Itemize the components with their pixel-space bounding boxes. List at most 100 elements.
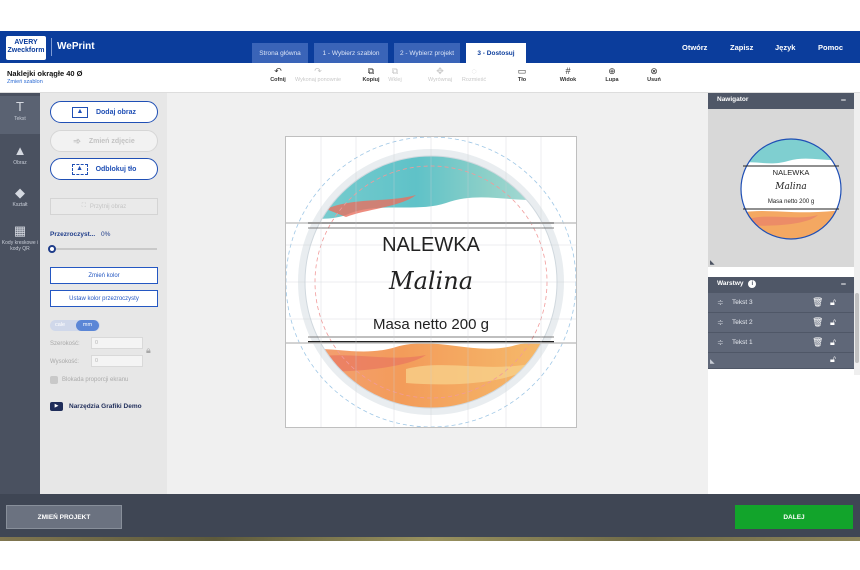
label-line1[interactable]: NALEWKA	[382, 234, 480, 256]
weprint-logo[interactable]: WePrint	[57, 41, 95, 52]
redo-icon: ↷	[314, 66, 322, 76]
menu-open[interactable]: Otwórz	[682, 43, 707, 52]
shape-icon: ◆	[15, 185, 25, 200]
background-remove-icon: ▲	[71, 163, 88, 175]
scrollbar-thumb[interactable]	[855, 293, 859, 363]
rail-item-text[interactable]: T Tekst	[0, 96, 40, 134]
logo-separator	[51, 38, 52, 56]
tab-choose-project[interactable]: 2 - Wybierz projekt	[394, 43, 460, 63]
transparency-slider-track[interactable]	[52, 248, 157, 250]
layer-item[interactable]: ≑ Tekst 2 🗑︎ 🔓︎	[708, 313, 854, 333]
unlock-icon[interactable]: 🔓︎	[830, 297, 836, 308]
navigator-line2: Malina	[774, 182, 807, 192]
paste-label: Wklej	[388, 77, 402, 83]
rail-item-barcode[interactable]: ▦ Kody kreskowe i kody QR	[0, 220, 40, 260]
footer-bar	[0, 494, 860, 537]
menu-save[interactable]: Zapisz	[730, 43, 753, 52]
logo-line1: AVERY	[14, 39, 38, 46]
height-field[interactable]: 0	[91, 355, 143, 367]
zoom-icon: ⊕	[608, 66, 616, 76]
right-panel-scrollbar[interactable]	[854, 93, 860, 375]
demo-link[interactable]: Narzędzia Grafiki Demo	[69, 403, 142, 410]
navigator-line1: NALEWKA	[773, 168, 810, 177]
logo-line2: Zweckform	[7, 47, 45, 54]
lock-ratio-checkbox[interactable]	[50, 376, 58, 384]
set-transparent-color-button[interactable]: Ustaw kolor przezroczysty	[50, 290, 158, 307]
drag-handle-icon[interactable]: ≑	[717, 318, 724, 327]
layers-title: Warstwy	[717, 280, 744, 287]
layer-name: Tekst 1	[732, 339, 753, 346]
info-icon[interactable]: i	[748, 280, 757, 288]
change-project-button[interactable]: ZMIEŃ PROJEKT	[6, 505, 122, 529]
navigator-preview[interactable]: NALEWKA Malina Masa netto 200 g ◣	[708, 109, 854, 267]
layer-item[interactable]: ◣ 🔓︎	[708, 353, 854, 369]
lock-ratio-icon[interactable]: 🔒︎	[146, 345, 151, 356]
layers-header[interactable]: Warstwy i −	[708, 277, 854, 293]
avery-logo[interactable]: AVERY Zweckform	[6, 36, 46, 60]
remove-background-button[interactable]: ▲ Odblokuj tło	[50, 158, 158, 180]
tab-home[interactable]: Strona główna	[252, 43, 308, 63]
navigator-header[interactable]: Nawigator −	[708, 93, 854, 109]
paste-button[interactable]: ⧉ Wklej	[373, 66, 417, 83]
width-field[interactable]: 0	[91, 337, 143, 349]
unit-inch-option[interactable]: cale	[55, 322, 65, 328]
trash-icon[interactable]: 🗑︎	[812, 297, 823, 308]
rail-text-label: Tekst	[14, 116, 26, 122]
transparency-value: 0%	[101, 231, 111, 238]
remove-background-label: Odblokuj tło	[95, 165, 137, 173]
zoom-button[interactable]: ⊕ Lupa	[590, 66, 634, 83]
tab-customize[interactable]: 3 - Dostosuj	[466, 43, 526, 63]
drag-handle-icon[interactable]: ≑	[717, 298, 724, 307]
unlock-icon[interactable]: 🔓︎	[830, 337, 836, 348]
navigator-panel: NALEWKA Malina Masa netto 200 g ◣	[708, 109, 854, 267]
unlock-icon[interactable]: 🔓︎	[830, 317, 836, 328]
add-image-label: Dodaj obraz	[95, 108, 137, 116]
footer-image-strip	[0, 537, 860, 541]
change-color-button[interactable]: Zmień kolor	[50, 267, 158, 284]
trash-icon[interactable]: 🗑︎	[812, 337, 823, 348]
zoom-label: Lupa	[605, 77, 619, 83]
crop-image-button[interactable]: ⛶ Przytnij obraz	[50, 198, 158, 215]
view-label: Widok	[559, 77, 577, 83]
navigator-collapse-icon[interactable]: −	[841, 95, 846, 105]
layers-collapse-icon[interactable]: −	[841, 279, 846, 289]
layer-item[interactable]: ≑ Tekst 3 🗑︎ 🔓︎	[708, 293, 854, 313]
navigator-resize-icon[interactable]: ◣	[710, 260, 715, 266]
menu-language[interactable]: Język	[775, 43, 795, 52]
crop-image-label: Przytnij obraz	[89, 203, 127, 210]
label-line2[interactable]: Malina	[388, 267, 473, 295]
swap-arrow-icon: ➾	[73, 135, 81, 146]
change-image-button[interactable]: ➾ Zmień zdjęcie	[50, 130, 158, 152]
layers-resize-icon[interactable]: ◣	[710, 358, 715, 365]
unit-mm-option[interactable]: mm	[76, 320, 99, 331]
unlock-icon[interactable]: 🔓︎	[830, 354, 836, 365]
rail-item-shape[interactable]: ◆ Kształt	[0, 182, 40, 216]
change-template-link[interactable]: Zmień szablon	[7, 79, 43, 85]
delete-button[interactable]: ⊗ Usuń	[632, 66, 676, 83]
distribute-button[interactable]: ◌ Rozmieść	[452, 66, 496, 83]
background-icon: ▭	[517, 66, 527, 76]
trash-icon[interactable]: 🗑︎	[812, 317, 823, 328]
tab-choose-template[interactable]: 1 - Wybierz szablon	[314, 43, 388, 63]
label-design[interactable]: NALEWKA Malina Masa netto 200 g	[279, 136, 583, 428]
next-button[interactable]: DALEJ	[735, 505, 853, 529]
transparency-slider-thumb[interactable]	[48, 245, 56, 253]
layer-item[interactable]: ≑ Tekst 1 🗑︎ 🔓︎	[708, 333, 854, 353]
rail-barcode-label: Kody kreskowe i kody QR	[1, 240, 39, 252]
view-button[interactable]: # Widok	[546, 66, 590, 83]
rail-shape-label: Kształt	[12, 202, 28, 208]
artboard[interactable]: NALEWKA Malina Masa netto 200 g	[279, 136, 583, 428]
redo-button[interactable]: ↷ Wykonaj ponownie	[291, 66, 345, 83]
menu-help[interactable]: Pomoc	[818, 43, 843, 52]
project-title: Naklejki okrągłe 40 Ø	[7, 69, 83, 78]
text-icon: T	[16, 99, 24, 114]
add-image-button[interactable]: ▲ Dodaj obraz	[50, 101, 158, 123]
drag-handle-icon[interactable]: ≑	[717, 338, 724, 347]
label-line3[interactable]: Masa netto 200 g	[373, 316, 489, 333]
background-button[interactable]: ▭ Tło	[500, 66, 544, 83]
grid-icon: #	[565, 66, 571, 76]
change-image-label: Zmień zdjęcie	[88, 137, 135, 145]
delete-label: Usuń	[647, 77, 661, 83]
rail-item-image[interactable]: ▲ Obraz	[0, 140, 40, 174]
navigator-line3: Masa netto 200 g	[768, 199, 814, 205]
